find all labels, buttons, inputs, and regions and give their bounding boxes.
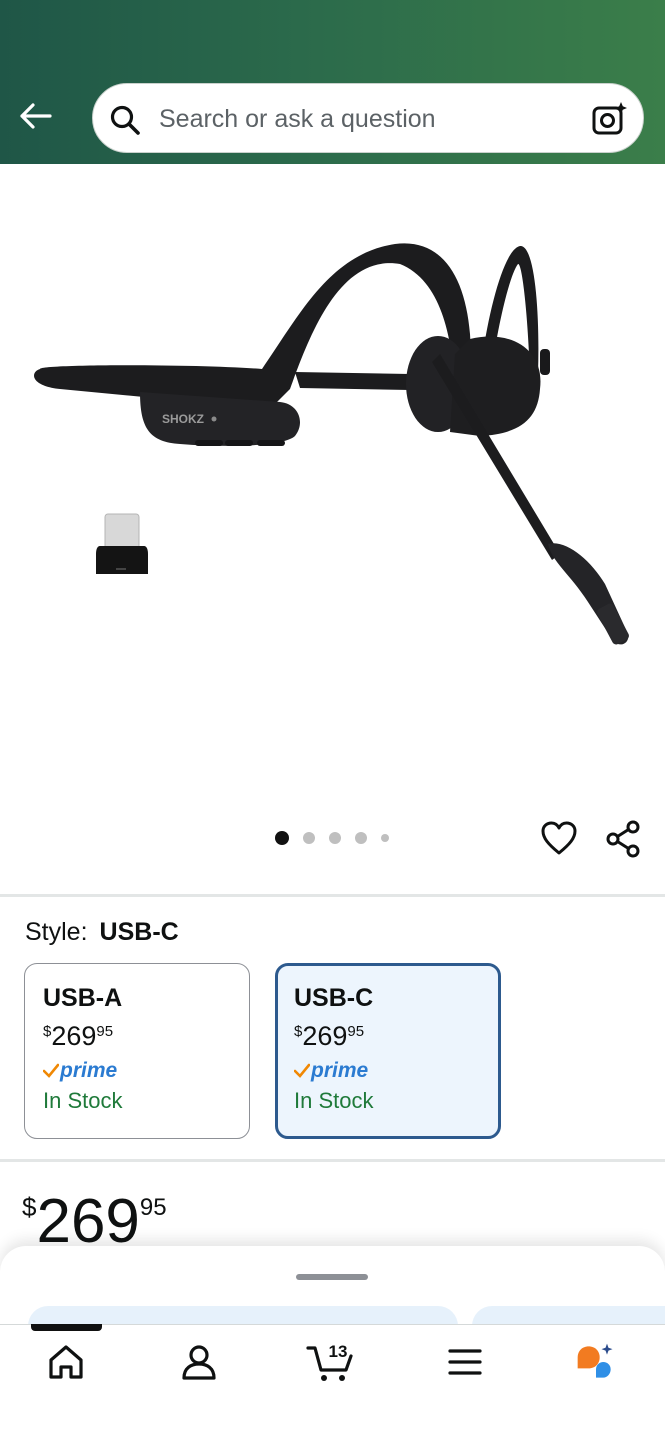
product-image[interactable]: SHOKZ — [0, 164, 665, 804]
style-label-row: Style: USB-C — [25, 918, 179, 947]
prime-badge: prime — [294, 1058, 498, 1084]
carousel-dot-4[interactable] — [355, 832, 367, 844]
search-icon — [110, 105, 140, 135]
section-divider — [0, 1159, 665, 1162]
user-icon[interactable] — [177, 1340, 221, 1384]
top-header — [0, 0, 665, 164]
option-name: USB-A — [43, 984, 123, 1012]
back-button[interactable] — [14, 96, 58, 136]
search-bar[interactable] — [92, 83, 644, 153]
drag-handle-icon[interactable] — [296, 1274, 368, 1280]
heart-icon[interactable] — [540, 820, 578, 856]
stock-status: In Stock — [294, 1088, 374, 1113]
style-option-usb-c[interactable]: USB-C $26995 prime In Stock — [275, 963, 501, 1139]
image-carousel-dots — [275, 830, 403, 846]
carousel-dot-1[interactable] — [275, 831, 289, 845]
active-tab-indicator — [31, 1324, 102, 1331]
prime-check-icon — [43, 1063, 59, 1078]
style-selected-value: USB-C — [99, 918, 179, 946]
style-label: Style: — [25, 918, 88, 946]
option-price: $26995 — [294, 1021, 365, 1051]
usb-dongle — [96, 513, 148, 574]
option-name: USB-C — [294, 984, 374, 1012]
carousel-dot-2[interactable] — [303, 832, 315, 844]
brand-logo: SHOKZ — [162, 412, 204, 426]
share-icon[interactable] — [604, 820, 642, 858]
ai-assistant-icon[interactable] — [574, 1340, 618, 1384]
option-price: $26995 — [43, 1021, 114, 1051]
section-divider — [0, 894, 665, 897]
home-icon[interactable] — [44, 1340, 88, 1384]
style-option-usb-a[interactable]: USB-A $26995 prime In Stock — [24, 963, 250, 1139]
hamburger-menu-icon[interactable] — [443, 1340, 487, 1384]
arrow-left-icon — [20, 103, 52, 129]
carousel-dot-5[interactable] — [381, 834, 389, 842]
carousel-dot-3[interactable] — [329, 832, 341, 844]
search-input[interactable] — [159, 96, 569, 142]
cart-count-badge: 13 — [328, 1342, 348, 1361]
camera-lens-icon[interactable] — [591, 100, 629, 138]
prime-check-icon — [294, 1063, 310, 1078]
prime-badge: prime — [43, 1058, 249, 1084]
stock-status: In Stock — [43, 1088, 123, 1113]
